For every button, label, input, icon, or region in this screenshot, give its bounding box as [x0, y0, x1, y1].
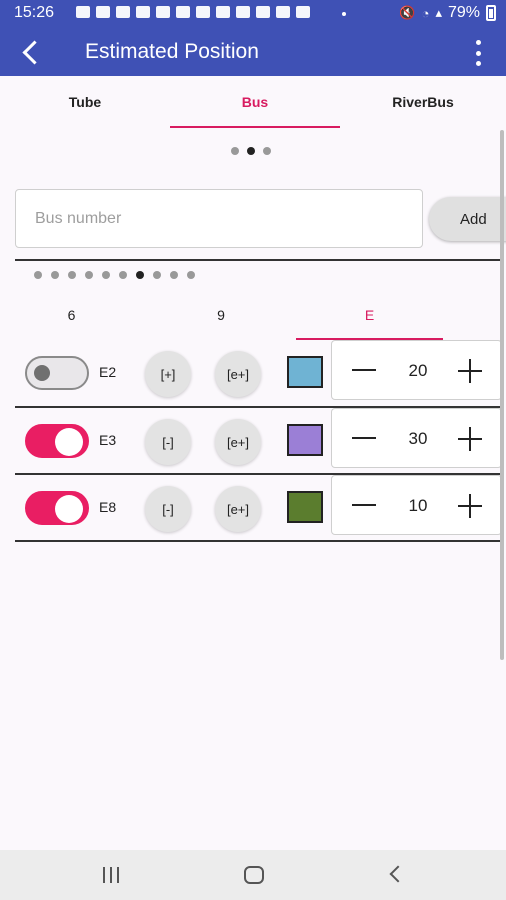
nav-back-icon[interactable] — [389, 865, 407, 883]
youtube-icon — [76, 6, 90, 18]
more-notifications-dot-icon — [342, 12, 346, 16]
toggle-visibility-button[interactable]: [+] — [145, 351, 191, 397]
youtube-icon — [96, 6, 110, 18]
hotspot-icon — [296, 6, 310, 18]
route-name: E3 — [99, 432, 117, 448]
youtube-icon — [256, 6, 270, 18]
page-dot — [231, 147, 239, 155]
route-group-indicator — [34, 271, 195, 279]
page-dot — [136, 271, 144, 279]
stepper-value: 10 — [408, 496, 428, 515]
route-row: E8 [-] [e+] 10 — [15, 475, 503, 541]
extra-toggle-button[interactable]: [e+] — [215, 486, 261, 532]
tab-route-group-9[interactable]: 9 — [148, 300, 294, 340]
route-toggle-switch[interactable] — [25, 424, 89, 458]
route-toggle-switch[interactable] — [25, 356, 89, 390]
toggle-visibility-button[interactable]: [-] — [145, 486, 191, 532]
route-color-swatch[interactable] — [287, 424, 323, 456]
switch-knob — [55, 495, 83, 523]
system-indicators: 🔇 ◔ ▴ 79% — [399, 4, 496, 22]
plus-icon[interactable] — [458, 359, 482, 383]
vpn-key-icon — [276, 6, 290, 18]
x-icon — [176, 6, 190, 18]
plus-icon[interactable] — [458, 427, 482, 451]
youtube-icon — [116, 6, 130, 18]
page-dot — [170, 271, 178, 279]
toggle-visibility-button[interactable]: [-] — [145, 419, 191, 465]
tab-tube[interactable]: Tube — [0, 78, 170, 128]
status-bar: 15:26 🔇 ◔ ▴ 79% — [0, 0, 506, 28]
minus-icon[interactable] — [352, 437, 376, 439]
plus-icon[interactable] — [458, 494, 482, 518]
mute-icon: 🔇 — [399, 5, 416, 20]
page-dot — [34, 271, 42, 279]
system-navigation-bar — [0, 850, 506, 900]
count-stepper: 30 — [331, 408, 502, 468]
route-color-swatch[interactable] — [287, 491, 323, 523]
youtube-icon — [236, 6, 250, 18]
play-store-icon — [156, 6, 170, 18]
youtube-icon — [136, 6, 150, 18]
youtube-icon — [216, 6, 230, 18]
bus-number-input[interactable] — [15, 189, 423, 248]
switch-knob — [34, 365, 50, 381]
page-dot — [85, 271, 93, 279]
back-arrow-icon[interactable] — [16, 36, 48, 68]
route-row: E2 [+] [e+] 20 — [15, 340, 503, 406]
youtube-icon — [196, 6, 210, 18]
overflow-menu-icon[interactable] — [468, 38, 488, 68]
divider — [15, 540, 503, 542]
page-dot — [263, 147, 271, 155]
route-color-swatch[interactable] — [287, 356, 323, 388]
tab-riverbus[interactable]: RiverBus — [340, 78, 506, 128]
minus-icon[interactable] — [352, 369, 376, 371]
stepper-value: 20 — [408, 361, 428, 380]
battery-percent: 79% — [447, 4, 480, 21]
scrollbar[interactable] — [500, 130, 504, 660]
page-dot — [247, 147, 255, 155]
page-indicator — [231, 147, 271, 155]
page-title: Estimated Position — [85, 40, 259, 63]
stepper-value: 30 — [408, 429, 428, 448]
route-name: E8 — [99, 499, 117, 515]
battery-icon — [486, 5, 496, 21]
home-icon[interactable] — [244, 866, 264, 884]
recents-icon[interactable] — [103, 867, 119, 883]
tab-route-group-e[interactable]: E — [296, 300, 443, 340]
route-name: E2 — [99, 364, 117, 380]
page-dot — [102, 271, 110, 279]
add-button[interactable]: Add — [429, 197, 506, 241]
status-time: 15:26 — [14, 4, 55, 21]
page-dot — [153, 271, 161, 279]
route-toggle-switch[interactable] — [25, 491, 89, 525]
page-dot — [68, 271, 76, 279]
tab-route-group-6[interactable]: 6 — [0, 300, 143, 340]
notification-icons — [76, 6, 310, 18]
tab-bus[interactable]: Bus — [170, 78, 340, 128]
transport-tabs: Tube Bus RiverBus — [0, 78, 506, 130]
minus-icon[interactable] — [352, 504, 376, 506]
extra-toggle-button[interactable]: [e+] — [215, 419, 261, 465]
extra-toggle-button[interactable]: [e+] — [215, 351, 261, 397]
count-stepper: 20 — [331, 340, 502, 400]
page-dot — [119, 271, 127, 279]
signal-icon: ▴ — [435, 5, 442, 20]
switch-knob — [55, 428, 83, 456]
wifi-icon: ◔ — [421, 5, 430, 21]
page-dot — [187, 271, 195, 279]
app-bar: Estimated Position — [0, 28, 506, 76]
count-stepper: 10 — [331, 475, 502, 535]
route-row: E3 [-] [e+] 30 — [15, 408, 503, 474]
page-dot — [51, 271, 59, 279]
divider — [15, 259, 503, 261]
